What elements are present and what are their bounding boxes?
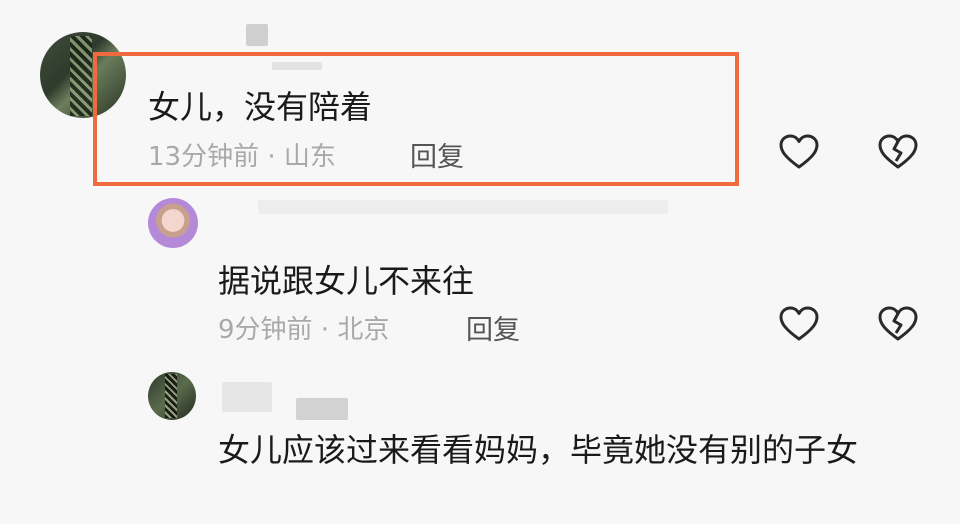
comment-text: 据说跟女儿不来往 [218,262,475,300]
username-blurred [296,398,348,420]
comment-time: 13分钟前 [148,142,260,172]
meta-separator: · [259,142,284,172]
comment-meta: 9分钟前 · 北京 [218,309,389,346]
heart-outline-icon[interactable] [779,306,819,342]
avatar[interactable] [148,372,196,420]
broken-heart-icon[interactable] [878,306,918,342]
reply-button[interactable]: 回复 [466,308,520,347]
comment-time: 9分钟前 [218,315,313,345]
comment-location: 北京 [337,315,390,345]
comment-meta: 13分钟前 · 山东 [148,136,336,173]
comment-text: 女儿，没有陪着 [148,88,373,126]
username-blurred [258,200,668,214]
meta-separator: · [312,315,338,345]
avatar[interactable] [148,198,198,248]
comment-location: 山东 [283,142,336,172]
heart-outline-icon[interactable] [779,134,819,170]
broken-heart-icon[interactable] [878,134,918,170]
comment-text: 女儿应该过来看看妈妈，毕竟她没有别的子女 [218,431,859,469]
reply-button[interactable]: 回复 [410,135,464,174]
username-blurred [222,382,272,412]
username-blurred [246,24,268,46]
